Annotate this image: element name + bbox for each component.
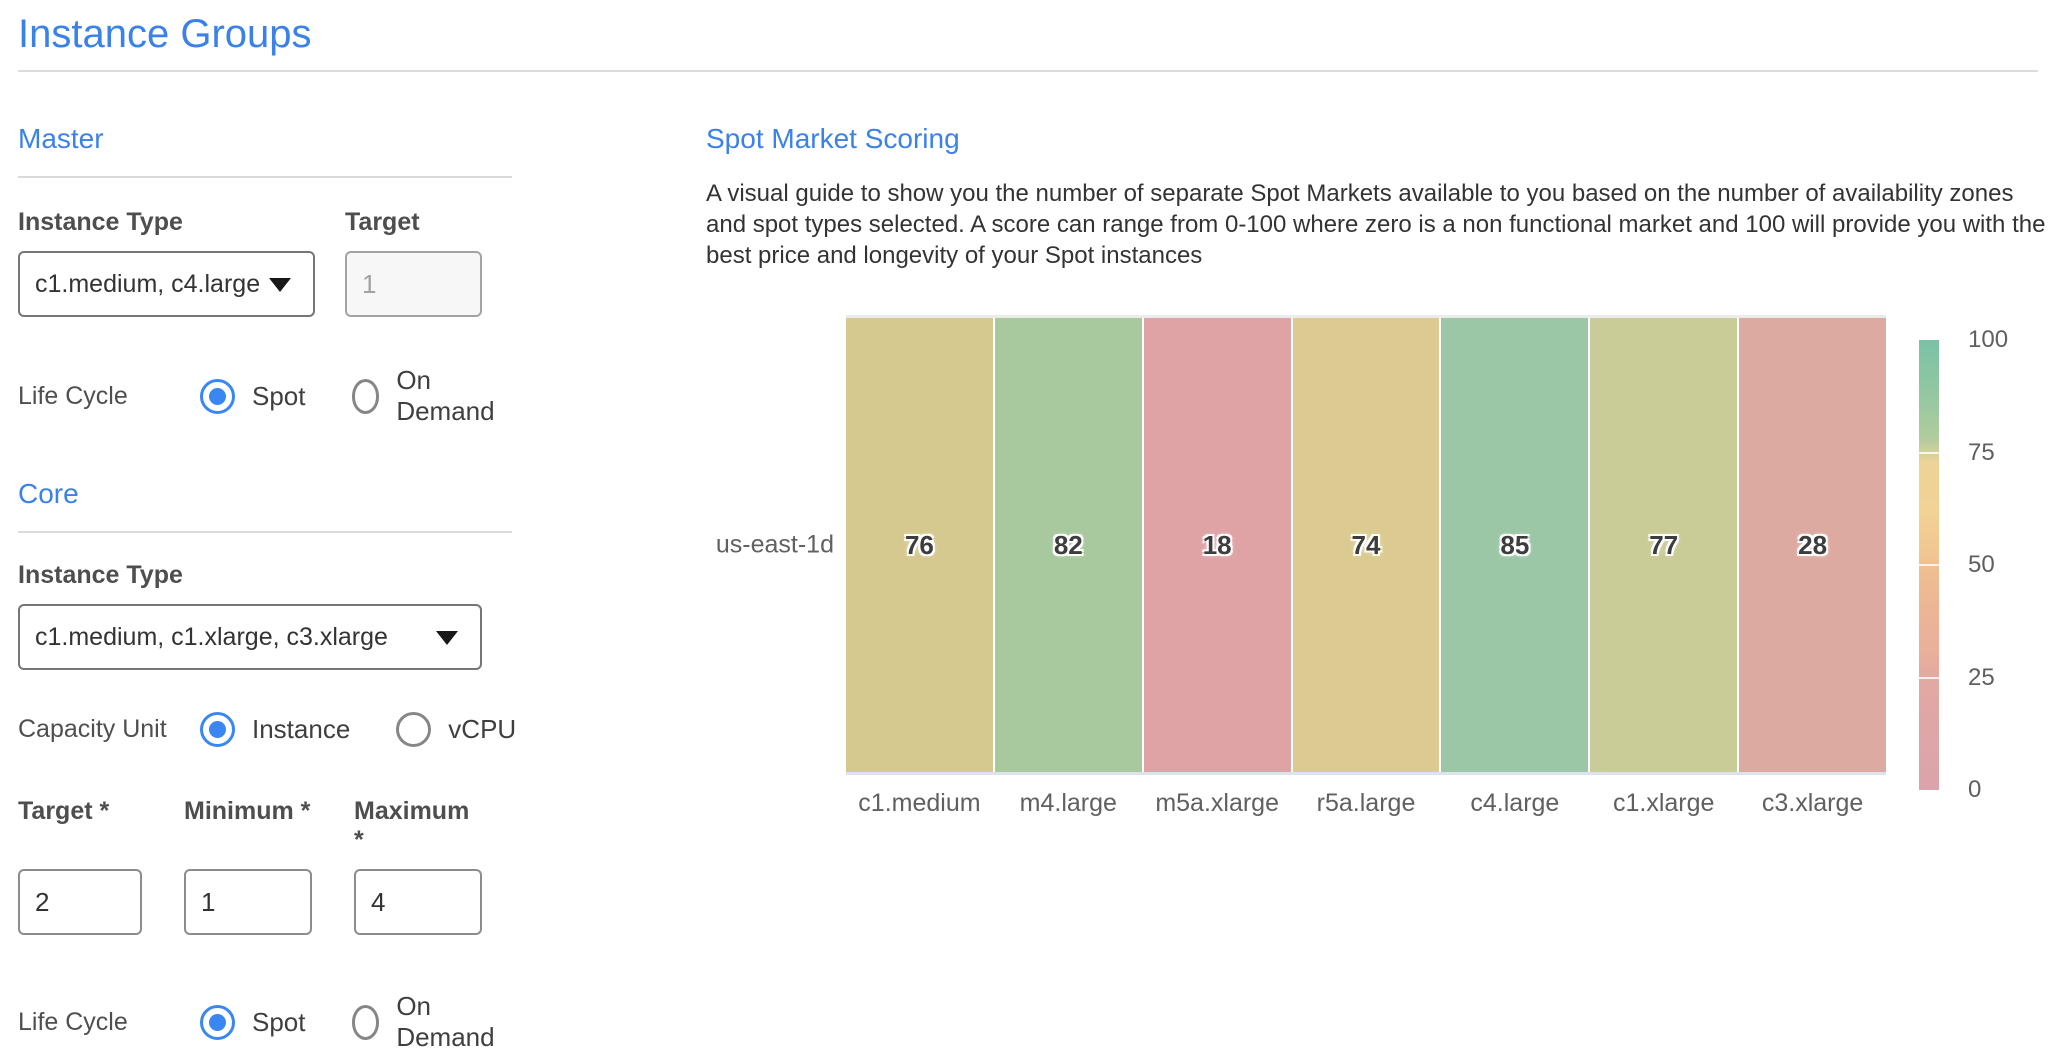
- caret-down-icon: [436, 631, 458, 645]
- master-divider: [18, 176, 512, 178]
- core-lifecycle-label: Life Cycle: [18, 1008, 200, 1037]
- core-lifecycle-row: Life Cycle Spot On Demand: [18, 991, 512, 1053]
- core-minimum-input[interactable]: [184, 869, 312, 935]
- core-capacity-unit-label: Capacity Unit: [18, 715, 200, 744]
- radio-option-label: On Demand: [396, 365, 501, 427]
- master-instance-type-label: Instance Type: [18, 208, 315, 237]
- radio-unselected-icon: [396, 712, 431, 747]
- heatmap-cell-value: 74: [1352, 530, 1381, 561]
- heatmap-cell-r5a.large: 74: [1293, 318, 1440, 772]
- heatmap-x-label: m5a.xlarge: [1144, 789, 1291, 818]
- core-capacity-unit-row: Capacity Unit Instance vCPU: [18, 712, 512, 747]
- master-heading: Master: [18, 122, 512, 156]
- radio-option-label: vCPU: [448, 714, 516, 745]
- master-lifecycle-spot-radio[interactable]: Spot: [200, 379, 306, 414]
- heatmap-cells: 76 82 18 74 85 77 28: [846, 315, 1886, 775]
- master-section: Master Instance Type Target c1.medium, c…: [18, 122, 512, 427]
- heatmap-cell-m5a.xlarge: 18: [1144, 318, 1291, 772]
- heatmap-x-axis: c1.mediumm4.largem5a.xlarger5a.largec4.l…: [846, 789, 1886, 818]
- heatmap-cell-m4.large: 82: [995, 318, 1142, 772]
- heatmap-x-label: c1.medium: [846, 789, 993, 818]
- radio-option-label: Spot: [252, 381, 306, 412]
- radio-selected-icon: [200, 1005, 235, 1040]
- core-instance-type-label: Instance Type: [18, 561, 512, 590]
- core-capacity-instance-radio[interactable]: Instance: [200, 712, 350, 747]
- colorbar-separator: [1919, 452, 1939, 454]
- core-maximum-label: Maximum *: [354, 797, 482, 855]
- heatmap-cell-c1.xlarge: 77: [1590, 318, 1737, 772]
- heatmap-cell-value: 18: [1203, 530, 1232, 561]
- heatmap-cell-c1.medium: 76: [846, 318, 993, 772]
- page-header: Instance Groups: [18, 0, 2038, 72]
- heatmap-cell-c4.large: 85: [1441, 318, 1588, 772]
- master-target-label: Target: [345, 208, 482, 237]
- colorbar-separator: [1919, 564, 1939, 566]
- heatmap-cell-value: 77: [1649, 530, 1678, 561]
- heatmap-x-label: c1.xlarge: [1590, 789, 1737, 818]
- colorbar-tick-100: 100: [1968, 326, 2008, 354]
- core-minimum-label: Minimum *: [184, 797, 312, 855]
- scoring-description: A visual guide to show you the number of…: [706, 178, 2046, 271]
- colorbar-tick-75: 75: [1968, 439, 1995, 467]
- heatmap-x-label: c4.large: [1441, 789, 1588, 818]
- heatmap-cell-value: 85: [1500, 530, 1529, 561]
- radio-unselected-icon: [352, 379, 380, 414]
- heatmap-x-label: c3.xlarge: [1739, 789, 1886, 818]
- core-instance-type-select[interactable]: c1.medium, c1.xlarge, c3.xlarge: [18, 604, 482, 670]
- colorbar-tick-0: 0: [1968, 776, 1981, 804]
- master-lifecycle-row: Life Cycle Spot On Demand: [18, 365, 512, 427]
- master-lifecycle-ondemand-radio[interactable]: On Demand: [352, 365, 502, 427]
- core-maximum-input[interactable]: [354, 869, 482, 935]
- core-instance-type-value: c1.medium, c1.xlarge, c3.xlarge: [35, 623, 388, 652]
- colorbar-separator: [1919, 677, 1939, 679]
- core-target-label: Target *: [18, 797, 142, 855]
- heatmap-cell-value: 76: [905, 530, 934, 561]
- radio-selected-icon: [200, 379, 235, 414]
- heatmap-cell-value: 82: [1054, 530, 1083, 561]
- master-lifecycle-label: Life Cycle: [18, 382, 200, 411]
- master-instance-type-select[interactable]: c1.medium, c4.large, m4.large, …: [18, 251, 315, 317]
- form-column: Master Instance Type Target c1.medium, c…: [18, 72, 512, 1053]
- radio-option-label: On Demand: [396, 991, 501, 1053]
- core-heading: Core: [18, 477, 512, 511]
- heatmap-cell-c3.xlarge: 28: [1739, 318, 1886, 772]
- core-lifecycle-ondemand-radio[interactable]: On Demand: [352, 991, 502, 1053]
- master-instance-type-value: c1.medium, c4.large, m4.large, …: [35, 270, 261, 299]
- heatmap-row-label: us-east-1d: [706, 531, 834, 560]
- radio-selected-icon: [200, 712, 235, 747]
- page-title: Instance Groups: [18, 12, 2038, 56]
- heatmap-x-label: r5a.large: [1293, 789, 1440, 818]
- colorbar-tick-25: 25: [1968, 664, 1995, 692]
- caret-down-icon: [269, 278, 291, 292]
- radio-unselected-icon: [352, 1005, 380, 1040]
- spot-market-heatmap: us-east-1d 76 82 18 74 85 77 28 c1.mediumm4.la…: [706, 315, 2056, 860]
- core-section: Core Instance Type c1.medium, c1.xlarge,…: [18, 477, 512, 1053]
- radio-option-label: Instance: [252, 714, 350, 745]
- colorbar-tick-50: 50: [1968, 551, 1995, 579]
- radio-option-label: Spot: [252, 1007, 306, 1038]
- scoring-column: Spot Market Scoring A visual guide to sh…: [706, 72, 2058, 860]
- heatmap-cell-value: 28: [1798, 530, 1827, 561]
- scoring-heading: Spot Market Scoring: [706, 122, 2058, 156]
- core-capacity-vcpu-radio[interactable]: vCPU: [396, 712, 516, 747]
- master-target-input: [345, 251, 482, 317]
- core-lifecycle-spot-radio[interactable]: Spot: [200, 1005, 306, 1040]
- heatmap-x-label: m4.large: [995, 789, 1142, 818]
- core-target-input[interactable]: [18, 869, 142, 935]
- core-divider: [18, 531, 512, 533]
